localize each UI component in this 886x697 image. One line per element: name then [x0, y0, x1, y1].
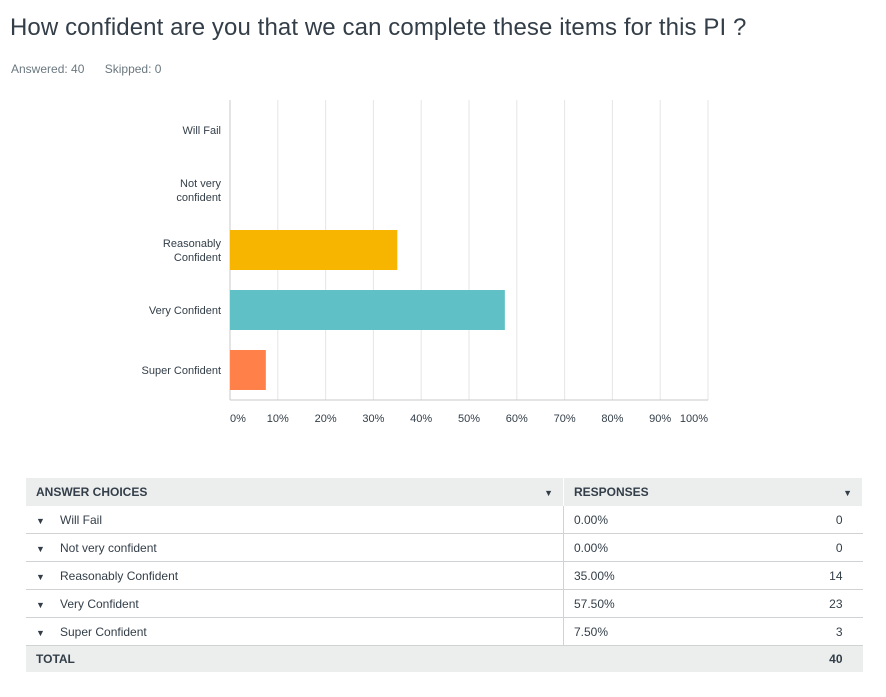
- x-tick-label: 20%: [315, 413, 337, 425]
- table-row: ▼ Reasonably Confident 35.00% 14: [26, 561, 863, 590]
- category-label: Super Confident: [142, 365, 222, 377]
- table-header-row: ANSWER CHOICES ▼ RESPONSES ▼: [26, 478, 863, 506]
- bar[interactable]: [230, 290, 505, 330]
- x-tick-label: 30%: [362, 413, 384, 425]
- table-row: ▼ Will Fail 0.00% 0: [26, 506, 863, 534]
- x-tick-label: 50%: [458, 413, 480, 425]
- x-tick-label: 80%: [601, 413, 623, 425]
- answer-choice-label: Reasonably Confident: [60, 568, 179, 583]
- answer-choice-label: Not very confident: [60, 540, 157, 555]
- category-label: confident: [176, 192, 221, 204]
- response-count: 0: [764, 506, 863, 534]
- answer-choice-cell: ▼ Will Fail: [26, 506, 564, 534]
- category-label: Confident: [174, 252, 221, 264]
- table-row: ▼ Super Confident 7.50% 3: [26, 617, 863, 646]
- responses-header-label: RESPONSES: [574, 485, 649, 499]
- expand-caret-icon[interactable]: ▼: [36, 572, 52, 582]
- total-row: TOTAL 40: [26, 645, 863, 672]
- x-tick-label: 0%: [230, 413, 246, 425]
- answer-choices-header[interactable]: ANSWER CHOICES ▼: [26, 478, 564, 506]
- response-count: 14: [764, 561, 863, 590]
- answer-choice-cell: ▼ Very Confident: [26, 589, 564, 618]
- category-label: Very Confident: [149, 305, 221, 317]
- response-percent: 7.50%: [563, 617, 764, 646]
- x-tick-label: 40%: [410, 413, 432, 425]
- category-label: Will Fail: [183, 125, 222, 137]
- total-value: 40: [764, 645, 863, 672]
- expand-caret-icon[interactable]: ▼: [36, 516, 52, 526]
- x-tick-label: 60%: [506, 413, 528, 425]
- category-label: Not very: [180, 178, 221, 190]
- response-count: 23: [764, 589, 863, 618]
- total-label: TOTAL: [26, 645, 564, 672]
- response-percent: 57.50%: [563, 589, 764, 618]
- sort-down-icon[interactable]: ▼: [544, 488, 553, 498]
- total-spacer: [563, 645, 764, 672]
- bar-chart: 0% 10% 20% 30% 40% 50% 60% 70% 80% 90% 100% Will Fa…: [142, 100, 709, 425]
- sort-down-icon[interactable]: ▼: [843, 488, 852, 498]
- bar[interactable]: [230, 350, 266, 390]
- category-label: Reasonably: [163, 238, 222, 250]
- expand-caret-icon[interactable]: ▼: [36, 628, 52, 638]
- answer-choices-header-label: ANSWER CHOICES: [36, 485, 148, 499]
- response-percent: 35.00%: [563, 561, 764, 590]
- answer-choice-label: Will Fail: [60, 512, 102, 527]
- answer-choice-cell: ▼ Not very confident: [26, 533, 564, 562]
- responses-header[interactable]: RESPONSES ▼: [563, 478, 863, 506]
- x-tick-label: 90%: [649, 413, 671, 425]
- expand-caret-icon[interactable]: ▼: [36, 544, 52, 554]
- x-tick-label: 70%: [554, 413, 576, 425]
- expand-caret-icon[interactable]: ▼: [36, 600, 52, 610]
- response-count: 0: [764, 533, 863, 562]
- answer-choice-label: Very Confident: [60, 596, 139, 611]
- response-percent: 0.00%: [563, 506, 764, 534]
- response-count: 3: [764, 617, 863, 646]
- answer-choice-cell: ▼ Reasonably Confident: [26, 561, 564, 590]
- x-tick-label: 10%: [267, 413, 289, 425]
- response-percent: 0.00%: [563, 533, 764, 562]
- x-tick-label: 100%: [680, 413, 708, 425]
- responses-table: ANSWER CHOICES ▼ RESPONSES ▼ ▼ Will Fail 0…: [26, 478, 863, 672]
- answer-choice-label: Super Confident: [60, 624, 147, 639]
- bar[interactable]: [230, 230, 398, 270]
- table-row: ▼ Not very confident 0.00% 0: [26, 533, 863, 562]
- table-row: ▼ Very Confident 57.50% 23: [26, 589, 863, 618]
- answer-choice-cell: ▼ Super Confident: [26, 617, 564, 646]
